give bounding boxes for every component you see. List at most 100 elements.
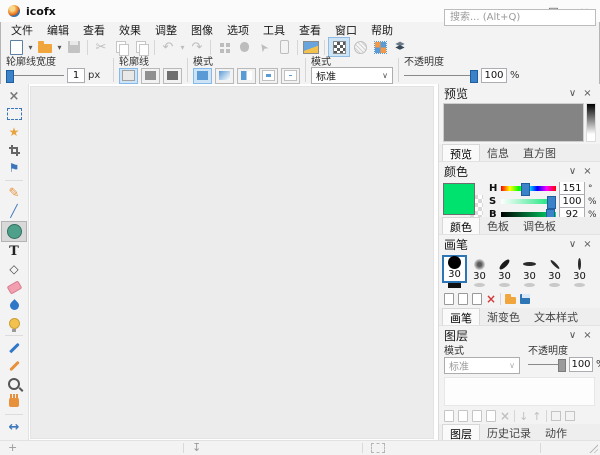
tab-color[interactable]: 颜色 <box>442 217 480 234</box>
tab-layers[interactable]: 图层 <box>442 424 480 441</box>
brush-preset-soft[interactable]: 30 <box>467 255 492 283</box>
tab-history[interactable]: 历史记录 <box>480 424 538 441</box>
duplicate-brush-button[interactable] <box>458 292 468 305</box>
open-file-button[interactable] <box>35 38 55 56</box>
layer-opacity-input[interactable] <box>569 357 593 372</box>
copy-button[interactable] <box>111 38 131 56</box>
tab-text-style[interactable]: 文本样式 <box>527 308 585 325</box>
menu-edit[interactable]: 编辑 <box>40 22 76 38</box>
load-brushes-button[interactable] <box>505 293 517 304</box>
new-file-button[interactable] <box>6 38 26 56</box>
fill-tool[interactable] <box>3 297 25 314</box>
cursor-button[interactable]: ➤ <box>254 38 274 56</box>
preview-zoom-ramp[interactable] <box>586 103 596 142</box>
eraser-tool[interactable] <box>3 279 25 296</box>
fill-solid-button[interactable] <box>193 67 212 84</box>
slider-handle[interactable] <box>547 196 556 209</box>
new-layer-button[interactable] <box>444 410 454 422</box>
outline-none-button[interactable] <box>119 67 138 84</box>
magic-wand-tool[interactable]: ★ <box>3 124 25 141</box>
chevron-down-icon[interactable]: ∨ <box>565 88 580 99</box>
brush-preset-partial[interactable] <box>549 283 560 287</box>
new-file-dropdown[interactable]: ▾ <box>26 38 35 56</box>
tab-brush[interactable]: 画笔 <box>442 308 480 325</box>
blend-mode-select[interactable]: 标准 ∨ <box>311 67 393 84</box>
layer-opacity-slider[interactable] <box>528 358 566 372</box>
fill-half-button[interactable] <box>237 67 256 84</box>
menu-image[interactable]: 图像 <box>184 22 220 38</box>
menu-adjust[interactable]: 调整 <box>148 22 184 38</box>
menu-help[interactable]: 帮助 <box>364 22 400 38</box>
slider-handle[interactable] <box>521 183 531 196</box>
chevron-down-icon[interactable]: ∨ <box>565 239 580 250</box>
search-input[interactable] <box>444 9 596 26</box>
macos-icons-button[interactable] <box>234 38 254 56</box>
canvas[interactable] <box>30 86 434 439</box>
brush-preset-diag2[interactable]: 30 <box>542 255 567 283</box>
move-layer-up-button[interactable]: ↑ <box>532 410 541 423</box>
slider-handle[interactable] <box>546 209 556 217</box>
text-tool[interactable]: T <box>3 243 25 260</box>
brush-preset-diag1[interactable]: 30 <box>492 255 517 283</box>
move-tool[interactable]: ⚑ <box>3 160 25 177</box>
duplicate-layer-button[interactable] <box>458 410 468 422</box>
brush-preset-vertical[interactable]: 30 <box>567 255 592 283</box>
layer-properties-button[interactable] <box>486 410 496 422</box>
deselect-tool[interactable]: × <box>3 88 25 105</box>
outline-fill-button[interactable] <box>141 67 160 84</box>
menu-file[interactable]: 文件 <box>4 22 40 38</box>
slider-handle[interactable] <box>6 70 14 83</box>
brush-preset-partial[interactable] <box>524 283 535 287</box>
resize-grip[interactable] <box>588 443 598 453</box>
layers-view-button[interactable]: ◆ <box>390 38 410 56</box>
eyedropper-tool[interactable] <box>3 340 25 357</box>
pencil-tool[interactable] <box>3 358 25 375</box>
redo-button[interactable]: ↷ <box>187 38 207 56</box>
chevron-down-icon[interactable]: ∨ <box>565 166 580 177</box>
pan-tool[interactable] <box>3 394 25 411</box>
close-icon[interactable]: × <box>580 239 595 250</box>
close-icon[interactable]: × <box>580 330 595 341</box>
undo-dropdown[interactable]: ▾ <box>178 38 187 56</box>
crop-tool[interactable] <box>3 142 25 159</box>
layers-list[interactable] <box>444 377 595 406</box>
brush-preset-partial[interactable] <box>474 283 485 287</box>
outline-width-input[interactable] <box>67 68 85 83</box>
menu-window[interactable]: 窗口 <box>328 22 364 38</box>
brush-tool[interactable]: ✎ <box>3 185 25 202</box>
add-icon[interactable]: + <box>8 441 17 454</box>
current-color-swatch[interactable] <box>443 183 475 215</box>
brush-preset-round[interactable]: 30 <box>442 255 467 283</box>
tab-gradient[interactable]: 渐变色 <box>480 308 527 325</box>
fill-center-small-button[interactable] <box>281 67 300 84</box>
slider-handle[interactable] <box>558 359 566 372</box>
move-layer-down-button[interactable]: ↓ <box>519 410 528 423</box>
outline-both-button[interactable] <box>163 67 182 84</box>
edit-brush-button[interactable] <box>472 292 482 305</box>
tab-preview[interactable]: 预览 <box>442 144 480 161</box>
menu-tools[interactable]: 工具 <box>256 22 292 38</box>
paste-button[interactable] <box>131 38 151 56</box>
brightness-input[interactable] <box>559 207 585 217</box>
outline-width-slider[interactable] <box>6 69 64 83</box>
brush-preset-partial[interactable] <box>574 283 585 287</box>
ellipse-tool[interactable] <box>1 220 27 242</box>
undo-button[interactable]: ↶ <box>158 38 178 56</box>
layer-visibility-button[interactable] <box>550 411 561 421</box>
mask-button[interactable] <box>350 38 370 56</box>
close-icon[interactable]: × <box>580 88 595 99</box>
tab-histogram[interactable]: 直方图 <box>516 144 563 161</box>
brush-preset-flat[interactable]: 30 <box>517 255 542 283</box>
tab-swatches[interactable]: 色板 <box>480 217 516 234</box>
device-button[interactable] <box>274 38 294 56</box>
save-brushes-button[interactable] <box>520 293 531 304</box>
lighten-tool[interactable] <box>3 315 25 332</box>
transparency-grid-button[interactable] <box>328 37 350 57</box>
palette-grid-button[interactable] <box>370 38 390 56</box>
merge-layer-button[interactable] <box>472 410 482 422</box>
hue-slider[interactable] <box>501 183 556 196</box>
brush-preset-partial[interactable] <box>499 283 510 287</box>
menu-view[interactable]: 查看 <box>76 22 112 38</box>
open-file-dropdown[interactable]: ▾ <box>55 38 64 56</box>
fill-gradient-button[interactable] <box>215 67 234 84</box>
